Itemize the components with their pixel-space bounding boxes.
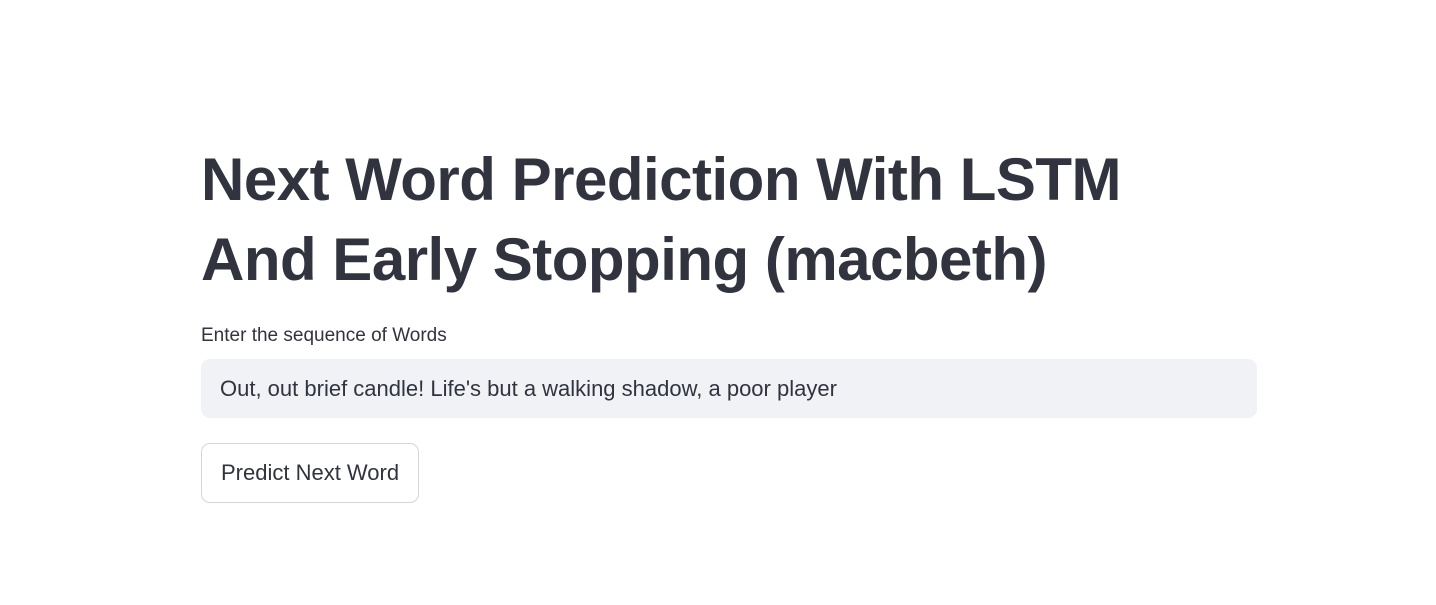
page-title: Next Word Prediction With LSTM And Early… [201, 146, 1122, 293]
sequence-input[interactable] [201, 359, 1257, 418]
main-content: Next Word Prediction With LSTM And Early… [201, 140, 1257, 503]
predict-next-word-button[interactable]: Predict Next Word [201, 443, 420, 503]
app-root: Next Word Prediction With LSTM And Early… [0, 0, 1436, 605]
sequence-input-label: Enter the sequence of Words [201, 325, 447, 346]
